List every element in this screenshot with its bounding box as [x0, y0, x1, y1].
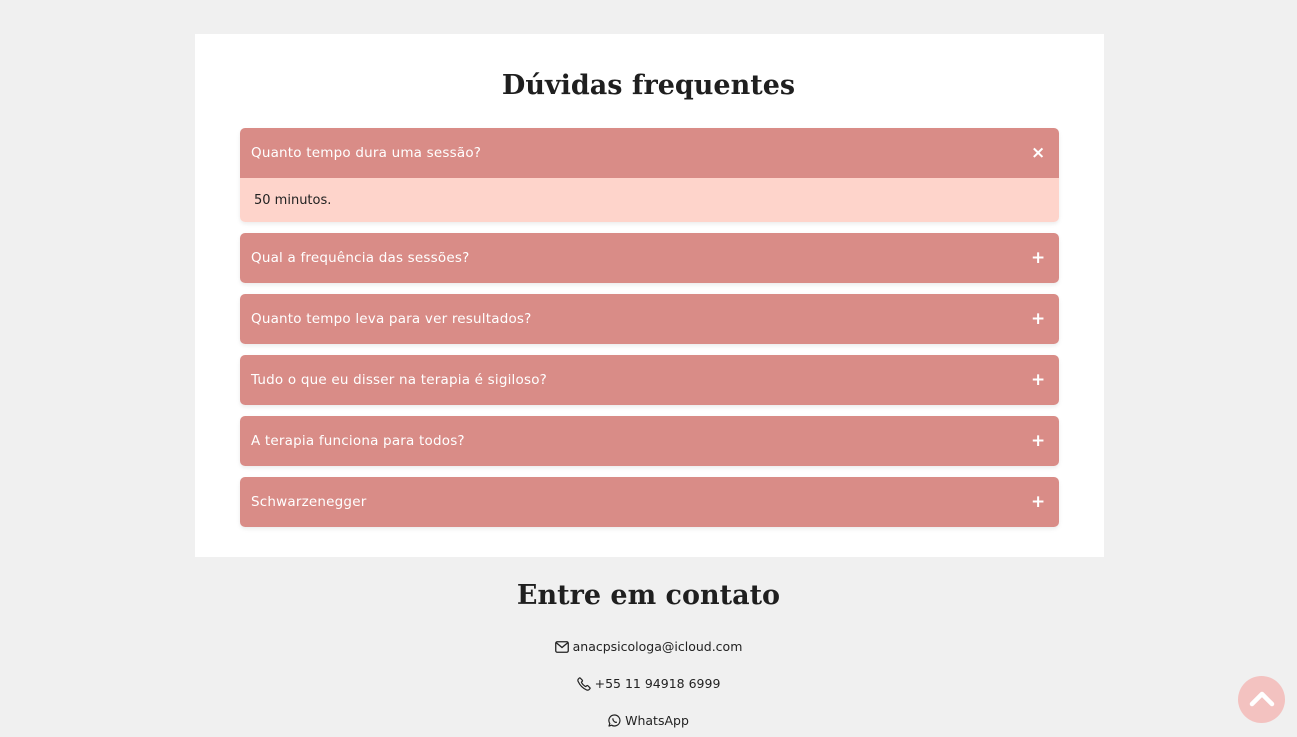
whatsapp-link[interactable]: WhatsApp — [625, 713, 689, 728]
email-link[interactable]: anacpsicologa@icloud.com — [573, 639, 743, 654]
faq-item: Schwarzenegger + — [240, 477, 1059, 527]
phone-icon — [576, 676, 591, 691]
faq-question-header[interactable]: Schwarzenegger + — [240, 477, 1059, 527]
plus-icon[interactable]: + — [1031, 249, 1045, 267]
faq-answer-text: 50 minutos. — [254, 192, 332, 208]
whatsapp-icon — [608, 714, 621, 727]
faq-question-text: A terapia funciona para todos? — [251, 433, 465, 449]
faq-question-header[interactable]: Quanto tempo leva para ver resultados? + — [240, 294, 1059, 344]
faq-question-text: Schwarzenegger — [251, 494, 367, 510]
chevron-up-icon — [1249, 689, 1275, 711]
envelope-icon — [554, 640, 569, 653]
contact-title: Entre em contato — [516, 580, 781, 611]
faq-item: Quanto tempo leva para ver resultados? + — [240, 294, 1059, 344]
plus-icon[interactable]: + — [1031, 310, 1045, 328]
plus-icon[interactable]: + — [1031, 432, 1045, 450]
faq-question-text: Qual a frequência das sessões? — [251, 250, 470, 266]
faq-item: Qual a frequência das sessões? + — [240, 233, 1059, 283]
faq-answer: 50 minutos. — [240, 178, 1059, 222]
faq-item: A terapia funciona para todos? + — [240, 416, 1059, 466]
scroll-to-top-button[interactable] — [1238, 676, 1285, 723]
faq-title: Dúvidas frequentes — [501, 70, 796, 101]
faq-question-text: Quanto tempo leva para ver resultados? — [251, 311, 532, 327]
faq-question-header[interactable]: Tudo o que eu disser na terapia é sigilo… — [240, 355, 1059, 405]
faq-accordion: Quanto tempo dura uma sessão? × 50 minut… — [240, 128, 1059, 538]
plus-icon[interactable]: + — [1031, 371, 1045, 389]
faq-question-header[interactable]: Quanto tempo dura uma sessão? × — [240, 128, 1059, 178]
phone-link[interactable]: +55 11 94918 6999 — [595, 676, 721, 691]
faq-item: Tudo o que eu disser na terapia é sigilo… — [240, 355, 1059, 405]
faq-question-text: Quanto tempo dura uma sessão? — [251, 145, 482, 161]
faq-question-text: Tudo o que eu disser na terapia é sigilo… — [251, 372, 548, 388]
contact-whatsapp: WhatsApp — [0, 713, 1297, 728]
faq-question-header[interactable]: Qual a frequência das sessões? + — [240, 233, 1059, 283]
faq-question-header[interactable]: A terapia funciona para todos? + — [240, 416, 1059, 466]
contact-phone: +55 11 94918 6999 — [0, 676, 1297, 691]
plus-icon[interactable]: + — [1031, 493, 1045, 511]
contact-email: anacpsicologa@icloud.com — [0, 639, 1297, 654]
faq-item: Quanto tempo dura uma sessão? × 50 minut… — [240, 128, 1059, 222]
close-icon[interactable]: × — [1031, 144, 1045, 162]
